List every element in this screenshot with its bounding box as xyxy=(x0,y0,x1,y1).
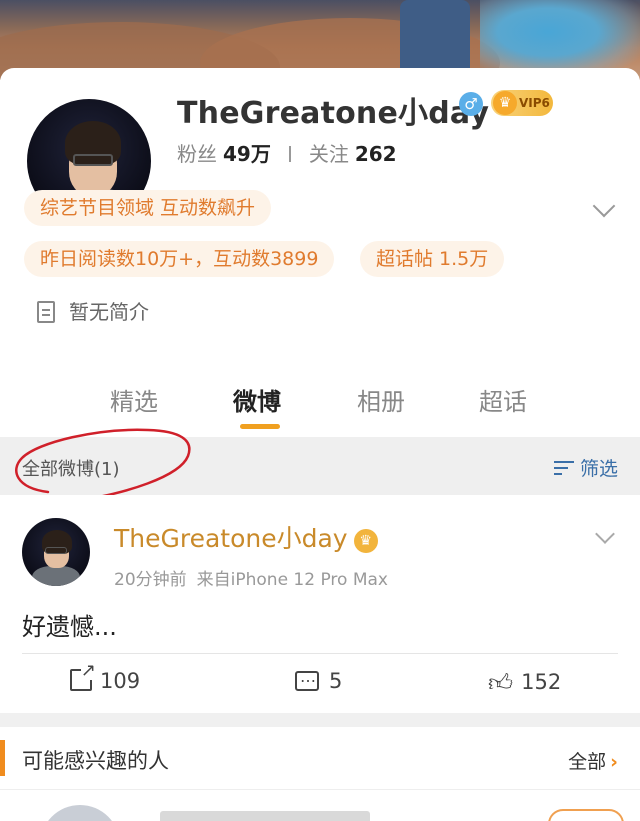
following-count: 262 xyxy=(354,142,397,166)
comment-button[interactable]: 5 xyxy=(295,667,343,693)
repost-button[interactable]: 109 xyxy=(70,662,141,693)
section-gap xyxy=(0,713,640,727)
like-button[interactable]: 👍︎ 152 xyxy=(488,669,561,698)
comment-count: 5 xyxy=(329,669,343,693)
vip-label: VIP6 xyxy=(519,96,550,110)
tag-supertopic[interactable]: 超话帖 1.5万 xyxy=(360,241,505,277)
avatar-body xyxy=(32,566,80,586)
profile-intro: 暂无简介 xyxy=(37,296,149,325)
post-author-avatar[interactable] xyxy=(22,518,90,586)
post-menu-chevron-down-icon[interactable] xyxy=(595,524,615,544)
avatar-glasses xyxy=(45,547,67,554)
chevron-right-icon: › xyxy=(610,751,618,773)
all-posts-count[interactable]: 全部微博(1) xyxy=(22,455,120,481)
active-tab-indicator xyxy=(240,424,280,429)
profile-username: TheGreatone小day xyxy=(177,96,490,131)
thumbs-up-icon: 👍︎ xyxy=(488,669,514,697)
filter-bar: 全部微博(1) 筛选 xyxy=(0,437,640,495)
profile-stats: 粉丝 49万 关注 262 xyxy=(177,138,397,167)
post-source: 来自iPhone 12 Pro Max xyxy=(196,570,388,590)
post-author-name: TheGreatone小day xyxy=(114,524,348,553)
post-time: 20分钟前 xyxy=(114,570,187,590)
follow-button[interactable] xyxy=(548,809,624,821)
recommend-divider xyxy=(0,789,640,790)
fans-stat[interactable]: 粉丝 49万 xyxy=(177,142,271,166)
repost-icon xyxy=(70,662,97,691)
intro-text: 暂无简介 xyxy=(69,300,149,324)
fans-count: 49万 xyxy=(223,142,271,166)
stats-divider xyxy=(288,146,291,162)
post-card: TheGreatone小day ♛ 20分钟前 来自iPhone 12 Pro Ma… xyxy=(0,495,640,713)
vip-badge[interactable]: ♛ VIP6 xyxy=(491,90,553,116)
tab-supertopic[interactable]: 超话 xyxy=(479,382,527,417)
fans-label: 粉丝 xyxy=(177,142,217,166)
avatar-glasses xyxy=(73,154,113,166)
document-icon xyxy=(37,301,55,323)
post-text: 好遗憾... xyxy=(22,613,117,641)
crown-icon: ♛ xyxy=(493,91,517,115)
recommended-user-name-placeholder xyxy=(160,811,370,821)
tab-weibo[interactable]: 微博 xyxy=(233,382,281,417)
post-meta: 20分钟前 来自iPhone 12 Pro Max xyxy=(114,565,388,590)
recommend-all-label: 全部 xyxy=(568,751,607,773)
post-actions: 109 5 👍︎ 152 xyxy=(0,662,640,705)
comment-icon xyxy=(295,667,319,691)
tag-reads[interactable]: 昨日阅读数10万+，互动数3899 xyxy=(24,241,335,277)
male-gender-icon: ♂ xyxy=(459,92,483,116)
recommended-user-avatar[interactable] xyxy=(40,805,120,821)
following-label: 关注 xyxy=(308,142,349,166)
filter-button[interactable]: 筛选 xyxy=(553,454,618,481)
cover-figure xyxy=(400,0,470,75)
repost-count: 109 xyxy=(100,669,141,693)
tag-domain[interactable]: 综艺节目领域 互动数飙升 xyxy=(24,190,272,226)
recommend-all-link[interactable]: 全部 › xyxy=(568,747,618,774)
like-count: 152 xyxy=(521,670,562,694)
tab-album[interactable]: 相册 xyxy=(357,382,405,417)
filter-icon xyxy=(553,461,574,477)
post-author[interactable]: TheGreatone小day ♛ xyxy=(114,519,378,555)
recommend-title: 可能感兴趣的人 xyxy=(22,749,169,773)
following-stat[interactable]: 关注 262 xyxy=(309,142,397,166)
post-divider xyxy=(22,653,618,654)
tab-featured[interactable]: 精选 xyxy=(110,382,158,417)
profile-tabs: 精选 微博 相册 超话 xyxy=(0,380,640,436)
section-accent-bar xyxy=(0,740,5,776)
recommend-section: 可能感兴趣的人 全部 › xyxy=(0,727,640,821)
filter-label: 筛选 xyxy=(579,458,618,480)
vip-crown-icon: ♛ xyxy=(353,529,378,553)
